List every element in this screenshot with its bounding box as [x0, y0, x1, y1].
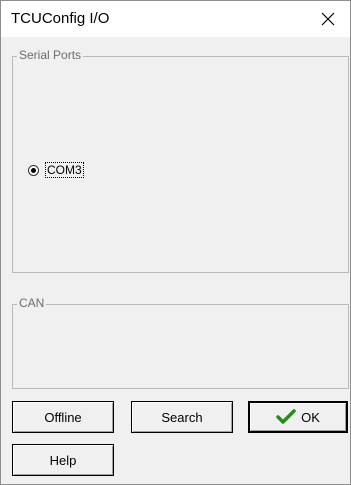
port-radio-com3[interactable]: COM3 [28, 162, 84, 178]
can-group: CAN [12, 296, 349, 389]
help-button[interactable]: Help [12, 444, 114, 476]
dialog-window: TCUConfig I/O Serial Ports COM3 CAN Offl… [0, 0, 351, 485]
window-title: TCUConfig I/O [11, 10, 110, 27]
port-label[interactable]: COM3 [45, 162, 84, 178]
checkmark-icon [276, 409, 296, 425]
close-button[interactable] [306, 1, 350, 37]
radio-button[interactable] [28, 164, 39, 176]
can-label: CAN [17, 296, 47, 310]
serial-ports-label: Serial Ports [17, 48, 84, 62]
ok-button[interactable]: OK [248, 401, 348, 433]
offline-button[interactable]: Offline [12, 401, 114, 433]
close-icon [321, 12, 335, 26]
serial-ports-group: Serial Ports COM3 [12, 48, 349, 273]
search-button[interactable]: Search [131, 401, 233, 433]
radio-selected-dot [31, 167, 36, 173]
title-bar: TCUConfig I/O [1, 1, 350, 37]
help-button-label: Help [49, 452, 77, 468]
ok-button-label: OK [301, 409, 320, 425]
search-button-label: Search [161, 409, 203, 425]
offline-button-label: Offline [44, 409, 82, 425]
